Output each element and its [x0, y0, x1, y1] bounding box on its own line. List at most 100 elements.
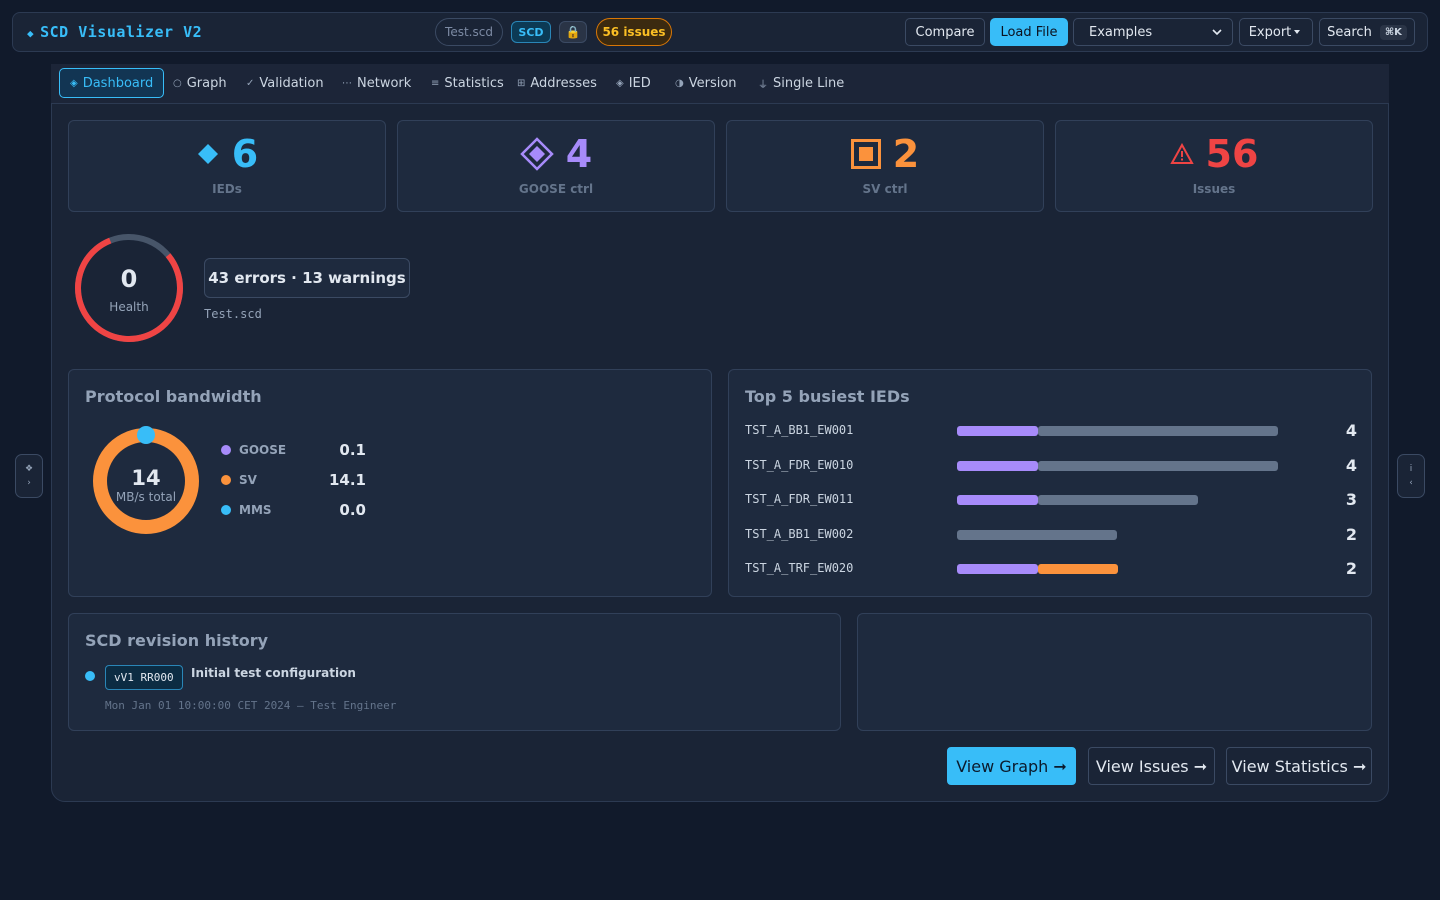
tab-label: Network	[357, 75, 412, 91]
stat-label: IEDs	[212, 182, 242, 196]
view-statistics-button[interactable]: View Statistics ➞	[1226, 747, 1372, 785]
expand-icon: ❖	[24, 464, 34, 474]
stat-value: 56	[1205, 132, 1259, 176]
lock-icon[interactable]: 🔒	[559, 21, 587, 43]
stat-card-issues[interactable]: 56 Issues	[1055, 120, 1373, 212]
diamond-icon: ◈	[616, 77, 624, 89]
protocol-bandwidth-card: Protocol bandwidth 14 MB/s total GOOSE 0…	[68, 369, 712, 597]
tab-label: Dashboard	[82, 75, 154, 91]
bandwidth-total: 14	[131, 466, 161, 490]
top-bar: ◆ SCD Visualizer V2 Test.scd SCD 🔒 56 iss…	[12, 12, 1428, 52]
warning-icon	[1169, 143, 1194, 164]
version-badge: vV1 RR000	[105, 665, 183, 690]
legend-name: SV	[239, 473, 257, 487]
ied-bar-segment	[1038, 426, 1278, 436]
nav-tabs: ◈ Dashboard ○ Graph ✓ Validation ⋯ Network ≡…	[51, 64, 1389, 104]
ied-count: 2	[1345, 524, 1357, 544]
ied-bar-segment	[957, 460, 1038, 471]
tab-single-line[interactable]: ⏚ Single Line	[748, 68, 854, 98]
tab-label: IED	[628, 75, 651, 91]
tab-label: Statistics	[444, 75, 504, 91]
ied-bar-segment	[957, 529, 1117, 540]
ground-icon: ⏚	[758, 79, 768, 91]
file-pill[interactable]: Test.scd	[435, 18, 503, 46]
diamond-icon: ◆	[27, 27, 35, 40]
examples-select-value: Examples	[1089, 24, 1153, 40]
legend-dot	[221, 475, 231, 485]
tab-dashboard[interactable]: ◈ Dashboard	[59, 68, 165, 98]
legend-sv: SV 14.1	[221, 470, 371, 490]
stat-card-sv[interactable]: 2 SV ctrl	[726, 120, 1044, 212]
ied-bar-row[interactable]: TST_A_FDR_EW010 4	[745, 456, 1357, 476]
bandwidth-total-caption: MB/s total	[115, 490, 177, 504]
tab-graph[interactable]: ○ Graph	[163, 68, 237, 98]
legend-value: 0.1	[339, 441, 366, 459]
view-graph-button[interactable]: View Graph ➞	[947, 747, 1076, 785]
ied-name: TST_A_FDR_EW011	[745, 492, 854, 506]
export-label: Export	[1248, 24, 1292, 40]
tab-statistics[interactable]: ≡ Statistics	[421, 68, 514, 98]
sv-square-icon	[850, 139, 881, 169]
examples-select[interactable]: Examples	[1073, 18, 1233, 46]
summary-filename: Test.scd	[204, 307, 262, 321]
tab-label: Validation	[259, 75, 324, 91]
ied-bar-row[interactable]: TST_A_FDR_EW011 3	[745, 490, 1357, 510]
compare-button[interactable]: Compare	[905, 18, 985, 46]
ied-count: 2	[1345, 559, 1357, 578]
stat-value: 2	[892, 132, 920, 176]
ied-count: 4	[1345, 455, 1357, 475]
ied-bar-segment	[957, 564, 1038, 574]
tab-version[interactable]: ◑ Version	[665, 68, 747, 98]
revision-history-card: SCD revision history vV1 RR000 Initial t…	[68, 613, 841, 731]
export-button[interactable]: Export	[1239, 18, 1313, 46]
ied-bar-row[interactable]: TST_A_BB1_EW001 4	[745, 421, 1357, 441]
card-title: SCD revision history	[85, 631, 269, 650]
dashboard-panel: 6 IEDs 4 GOOSE ctrl 2 SV ctrl 56 Issues …	[51, 103, 1389, 802]
timeline-dot	[85, 671, 95, 681]
dots-icon: ⋯	[342, 77, 352, 89]
ied-bar-segment	[1038, 564, 1118, 574]
tab-addresses[interactable]: ⊞ Addresses	[507, 68, 607, 98]
ied-bar-row[interactable]: TST_A_TRF_EW020 2	[745, 559, 1357, 579]
tab-validation[interactable]: ✓ Validation	[236, 68, 334, 98]
stat-value: 4	[565, 132, 593, 176]
grid-icon: ⊞	[517, 77, 526, 89]
left-panel-toggle[interactable]: ❖ ›	[15, 454, 43, 498]
diamond-icon: ◈	[70, 77, 78, 89]
right-panel-toggle[interactable]: i ‹	[1397, 454, 1425, 498]
ied-name: TST_A_FDR_EW010	[745, 457, 854, 472]
chevron-down-icon	[1212, 29, 1222, 35]
stat-card-ieds[interactable]: 6 IEDs	[68, 120, 386, 212]
legend-dot	[221, 505, 231, 515]
ied-name: TST_A_BB1_EW001	[745, 423, 854, 437]
app-title: ◆ SCD Visualizer V2	[27, 23, 202, 41]
tab-label: Graph	[186, 75, 227, 91]
goose-diamond-icon	[519, 137, 554, 171]
ied-bar-segment	[957, 495, 1038, 505]
view-issues-button[interactable]: View Issues ➞	[1088, 747, 1215, 785]
caret-down-icon	[1294, 30, 1301, 34]
revision-meta: Mon Jan 01 10:00:00 CET 2024 — Test Engi…	[105, 699, 397, 712]
revision-description: Initial test configuration	[191, 666, 356, 680]
issue-summary[interactable]: 43 errors · 13 warnings	[204, 258, 410, 298]
stat-card-goose[interactable]: 4 GOOSE ctrl	[397, 120, 715, 212]
ied-count: 4	[1345, 421, 1357, 440]
stat-label: GOOSE ctrl	[518, 182, 594, 196]
stat-label: Issues	[1192, 182, 1236, 196]
ied-name: TST_A_TRF_EW020	[745, 561, 854, 575]
card-title: Top 5 busiest IEDs	[745, 387, 910, 406]
chevron-right-icon: ›	[27, 478, 31, 488]
search-button[interactable]: Search ⌘K	[1319, 18, 1415, 46]
load-file-button[interactable]: Load File	[990, 18, 1068, 46]
chevron-left-icon: ‹	[1409, 478, 1413, 488]
tab-label: Version	[688, 75, 737, 91]
ied-count: 3	[1345, 490, 1357, 509]
ied-bar-row[interactable]: TST_A_BB1_EW002 2	[745, 525, 1357, 545]
tab-ied[interactable]: ◈ IED	[606, 68, 661, 98]
tab-network[interactable]: ⋯ Network	[332, 68, 421, 98]
issues-badge[interactable]: 56 issues	[596, 18, 672, 46]
ied-bar-segment	[1038, 460, 1278, 471]
circle-icon: ○	[173, 77, 182, 89]
legend-dot	[221, 445, 231, 455]
tab-label: Single Line	[773, 75, 845, 91]
